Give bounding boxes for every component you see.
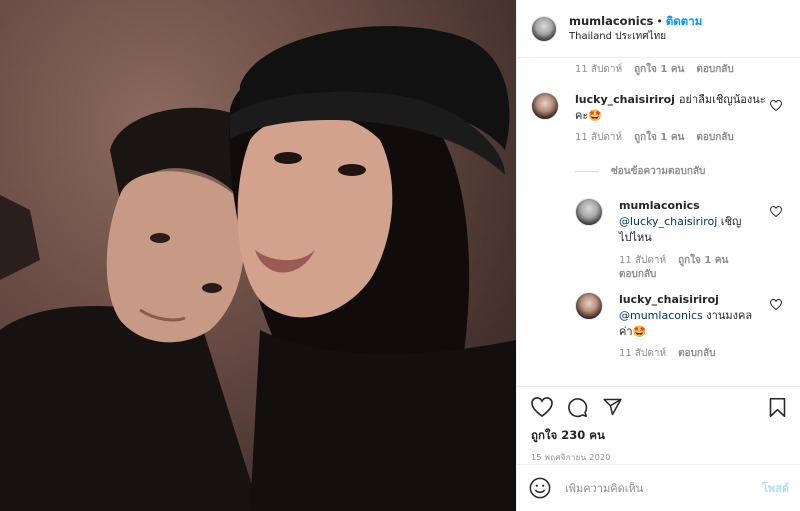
- comment-time: 11 สัปดาห์: [575, 64, 623, 75]
- comment-input[interactable]: [565, 481, 762, 495]
- divider-line: [575, 171, 599, 172]
- reply-content: mumlaconics @lucky_chaisiriroj เชิญ ไปไห…: [619, 198, 769, 282]
- comment-text: อย่าลืมเชิญน้องนะ: [678, 93, 766, 106]
- reply-content: lucky_chaisiriroj @mumlaconics งานมงคล ค…: [619, 292, 769, 361]
- comments-list[interactable]: 11 สัปดาห์ ถูกใจ 1 คน ตอบกลับ lucky_chaisi…: [517, 58, 800, 386]
- header-separator: •: [656, 14, 663, 28]
- comment-composer: โพสต์: [517, 464, 800, 511]
- comment-text-line2: คะ🤩: [575, 109, 602, 122]
- reply-item: lucky_chaisiriroj @mumlaconics งานมงคล ค…: [575, 292, 769, 361]
- reply-username[interactable]: lucky_chaisiriroj: [619, 293, 719, 306]
- heart-icon[interactable]: [531, 397, 553, 417]
- photo-illustration: [0, 26, 516, 511]
- reply-button[interactable]: ตอบกลับ: [678, 348, 715, 359]
- post-header: mumlaconics • ติดตาม Thailand ประเทศไทย: [517, 0, 800, 58]
- share-icon[interactable]: [602, 397, 623, 417]
- comment-time: 11 สัปดาห์: [575, 132, 623, 143]
- reply-username[interactable]: mumlaconics: [619, 199, 700, 212]
- comment-meta: 11 สัปดาห์ ถูกใจ 1 คน ตอบกลับ: [575, 130, 770, 145]
- reply-button[interactable]: ตอบกลับ: [696, 132, 733, 143]
- reply-heart-icon[interactable]: [770, 299, 782, 310]
- reply-text: เชิญ: [717, 215, 742, 228]
- reply-button[interactable]: ตอบกลับ: [696, 64, 733, 75]
- comment-likes[interactable]: ถูกใจ 1 คน: [634, 132, 684, 143]
- hide-replies-button[interactable]: ซ่อนข้อความตอบกลับ: [575, 164, 705, 179]
- post-actions: ถูกใจ 230 คน 15 พฤศจิกายน 2020: [517, 386, 800, 464]
- reply-mention[interactable]: @lucky_chaisiriroj: [619, 215, 717, 228]
- author-username[interactable]: mumlaconics: [569, 14, 653, 28]
- bookmark-icon[interactable]: [768, 397, 787, 418]
- comment-icon[interactable]: [567, 397, 588, 418]
- reply-time: 11 สัปดาห์: [619, 255, 667, 266]
- top-comment-meta: 11 สัปดาห์ ถูกใจ 1 คน ตอบกลับ: [575, 62, 746, 77]
- commenter-avatar[interactable]: [531, 92, 559, 120]
- comment-item: lucky_chaisiriroj อย่าลืมเชิญน้องนะ คะ🤩 1…: [531, 92, 770, 145]
- post-button[interactable]: โพสต์: [762, 479, 789, 497]
- instagram-post-view: mumlaconics • ติดตาม Thailand ประเทศไทย 11…: [0, 0, 800, 511]
- reply-button[interactable]: ตอบกลับ: [619, 269, 656, 280]
- reply-mention[interactable]: @mumlaconics: [619, 309, 703, 322]
- reply-heart-icon[interactable]: [770, 206, 782, 217]
- reply-avatar[interactable]: [575, 292, 603, 320]
- commenter-username[interactable]: lucky_chaisiriroj: [575, 93, 675, 106]
- reply-meta: 11 สัปดาห์ ตอบกลับ: [619, 346, 769, 361]
- reply-likes[interactable]: ถูกใจ 1 คน: [678, 255, 728, 266]
- post-sidebar: mumlaconics • ติดตาม Thailand ประเทศไทย 11…: [516, 0, 800, 511]
- comment-heart-icon[interactable]: [770, 100, 782, 111]
- emoji-icon[interactable]: [529, 477, 551, 499]
- reply-text-line2: ไปไหน: [619, 231, 652, 244]
- reply-item: mumlaconics @lucky_chaisiriroj เชิญ ไปไห…: [575, 198, 769, 282]
- post-location[interactable]: Thailand ประเทศไทย: [569, 29, 702, 44]
- author-avatar[interactable]: [531, 15, 557, 42]
- hide-replies-label: ซ่อนข้อความตอบกลับ: [611, 166, 706, 177]
- action-icons: [531, 395, 787, 419]
- comment-likes[interactable]: ถูกใจ 1 คน: [634, 64, 684, 75]
- post-date: 15 พฤศจิกายน 2020: [531, 453, 611, 462]
- follow-button[interactable]: ติดตาม: [666, 14, 702, 28]
- reply-avatar[interactable]: [575, 198, 603, 226]
- likes-count[interactable]: ถูกใจ 230 คน: [531, 427, 787, 445]
- reply-text-line2: ค่า🤩: [619, 325, 647, 338]
- comment-content: lucky_chaisiriroj อย่าลืมเชิญน้องนะ คะ🤩 1…: [575, 92, 770, 145]
- post-photo[interactable]: [0, 0, 516, 511]
- reply-meta: 11 สัปดาห์ ถูกใจ 1 คนตอบกลับ: [619, 254, 769, 282]
- reply-time: 11 สัปดาห์: [619, 348, 667, 359]
- reply-text: งานมงคล: [702, 309, 753, 322]
- header-text: mumlaconics • ติดตาม Thailand ประเทศไทย: [569, 14, 702, 44]
